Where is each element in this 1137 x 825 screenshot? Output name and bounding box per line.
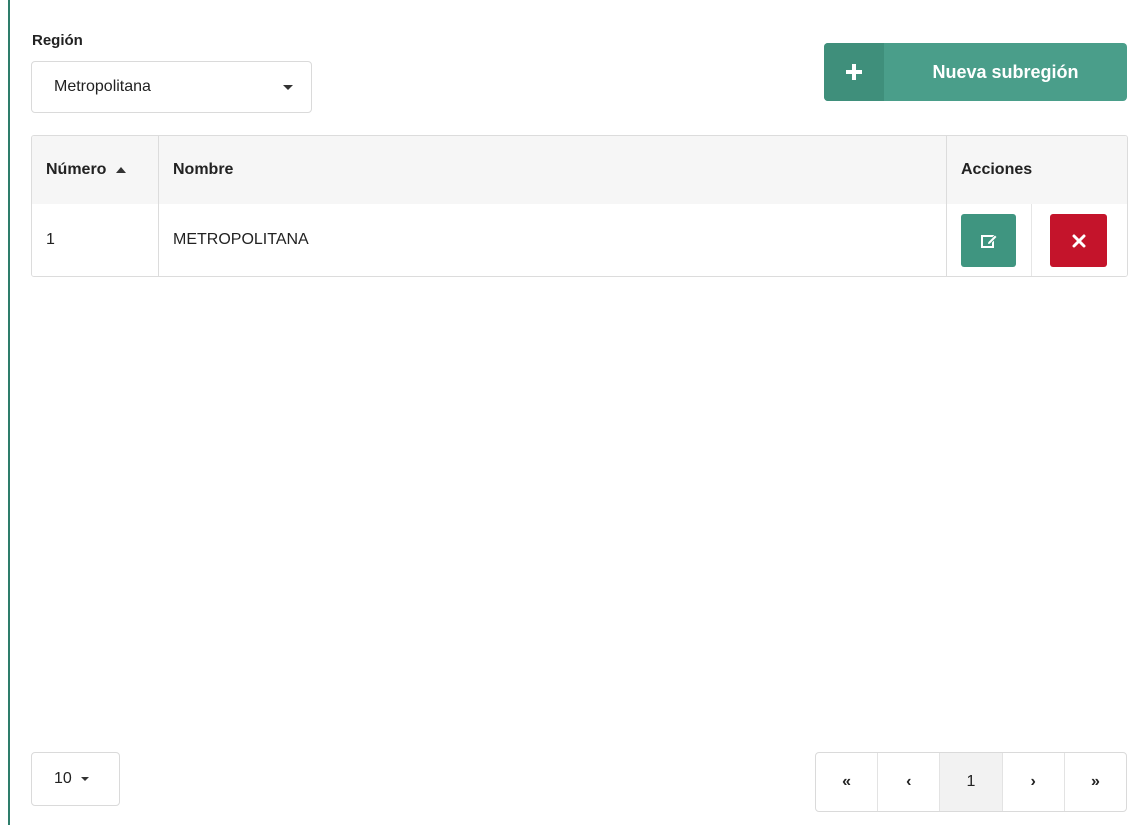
pagination: « ‹ 1 › » bbox=[815, 752, 1127, 812]
new-subregion-button[interactable]: Nueva subregión bbox=[824, 43, 1127, 101]
pagination-prev[interactable]: ‹ bbox=[878, 753, 941, 811]
pagination-next[interactable]: › bbox=[1003, 753, 1065, 811]
column-header-name-label: Nombre bbox=[173, 161, 234, 178]
pagination-first[interactable]: « bbox=[816, 753, 879, 811]
actions-divider bbox=[1031, 204, 1032, 276]
page-size-select[interactable]: 10 bbox=[31, 752, 120, 806]
new-subregion-label: Nueva subregión bbox=[932, 61, 1079, 82]
chevron-down-icon bbox=[80, 777, 89, 781]
table-header-row: Número Nombre Acciones bbox=[32, 136, 1127, 205]
region-select-value: Metropolitana bbox=[54, 78, 151, 95]
column-header-actions-label: Acciones bbox=[961, 161, 1033, 178]
delete-button[interactable] bbox=[1050, 214, 1107, 267]
sort-asc-icon bbox=[116, 167, 127, 173]
page-size-value: 10 bbox=[54, 770, 72, 787]
region-select[interactable]: Metropolitana bbox=[31, 61, 312, 113]
column-header-number[interactable]: Número bbox=[32, 136, 159, 204]
edit-icon bbox=[980, 233, 998, 248]
column-header-number-label: Número bbox=[46, 161, 107, 178]
edit-button[interactable] bbox=[961, 214, 1016, 267]
cell-name: METROPOLITANA bbox=[159, 204, 947, 276]
chevron-down-icon bbox=[283, 84, 293, 90]
pagination-page-current[interactable]: 1 bbox=[940, 753, 1003, 811]
cell-number-value: 1 bbox=[46, 231, 55, 248]
region-label: Región bbox=[32, 32, 83, 49]
column-header-name[interactable]: Nombre bbox=[159, 136, 947, 204]
left-border-rule bbox=[8, 0, 10, 825]
cell-name-value: METROPOLITANA bbox=[173, 231, 309, 248]
column-header-actions: Acciones bbox=[947, 136, 1127, 204]
pagination-last[interactable]: » bbox=[1065, 753, 1126, 811]
close-icon bbox=[1072, 234, 1085, 247]
plus-icon bbox=[824, 43, 884, 101]
cell-number: 1 bbox=[32, 204, 159, 276]
